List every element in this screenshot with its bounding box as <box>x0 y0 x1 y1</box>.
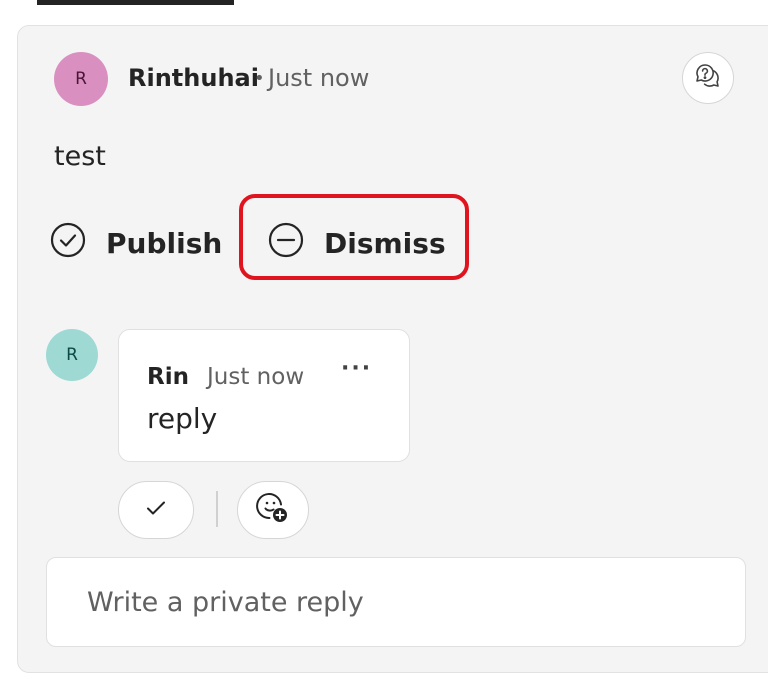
comment-card: R Rinthuhai • Just now test Publish Dism… <box>17 25 768 673</box>
resolve-button[interactable] <box>118 481 194 539</box>
reply-author: Rin <box>147 364 189 390</box>
reply-text: reply <box>147 402 218 435</box>
publish-label: Publish <box>106 227 223 260</box>
author-avatar-initial: R <box>75 69 87 89</box>
private-reply-input[interactable] <box>46 557 746 647</box>
reply-avatar[interactable]: R <box>46 329 98 381</box>
convert-to-question-button[interactable] <box>682 52 734 104</box>
reaction-divider <box>216 491 218 527</box>
add-emoji-icon <box>255 490 291 530</box>
reply-bubble: Rin Just now ··· reply <box>118 329 410 462</box>
check-circle-icon <box>50 222 106 265</box>
dismiss-highlight-annotation <box>239 194 469 280</box>
comment-body: test <box>54 141 106 172</box>
comment-author: Rinthuhai <box>128 64 259 92</box>
author-avatar[interactable]: R <box>54 52 108 106</box>
active-tab-indicator <box>37 0 234 5</box>
publish-button[interactable]: Publish <box>50 222 222 265</box>
comment-timestamp: Just now <box>268 64 370 92</box>
reply-more-options-button[interactable]: ··· <box>341 356 372 381</box>
checkmark-icon <box>144 496 168 524</box>
reply-timestamp: Just now <box>207 364 305 390</box>
question-chat-icon <box>693 61 723 95</box>
reply-avatar-initial: R <box>66 345 78 365</box>
header-separator: • <box>254 68 265 89</box>
add-reaction-button[interactable] <box>237 481 309 539</box>
